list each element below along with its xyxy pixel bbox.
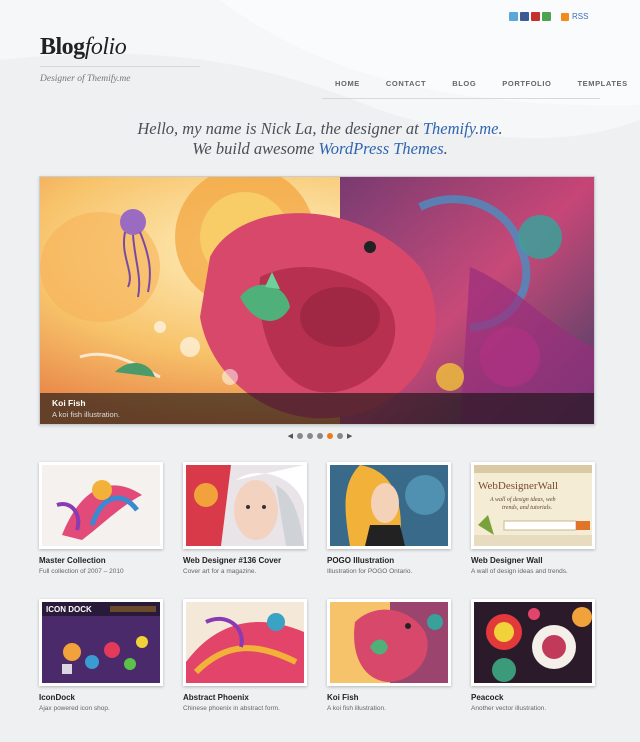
portfolio-thumbnail[interactable]: WebDesignerWall A wall of design ideas, …	[471, 462, 595, 549]
portfolio-title[interactable]: Web Designer #136 Cover	[183, 556, 307, 565]
portfolio-desc: A koi fish illustration.	[327, 705, 386, 712]
twitter-icon[interactable]	[509, 12, 518, 21]
main-nav: HOME CONTACT BLOG PORTFOLIO TEMPLATES	[322, 79, 640, 88]
intro-line-2-text: We build awesome	[192, 139, 319, 158]
koi-fish-illustration	[40, 177, 594, 424]
nav-divider	[322, 98, 600, 99]
portfolio-title[interactable]: Abstract Phoenix	[183, 693, 307, 702]
nav-item-home[interactable]: HOME	[322, 79, 373, 88]
portfolio-item[interactable]: ICON DOCK IconDock Ajax powered icon sho…	[39, 599, 163, 712]
portfolio-title[interactable]: Peacock	[471, 693, 595, 702]
intro-line-1-text: Hello, my name is Nick La, the designer …	[137, 119, 423, 138]
portfolio-desc: Another vector illustration.	[471, 705, 547, 712]
slider-caption: Koi Fish A koi fish illustration.	[40, 393, 594, 424]
wdw-thumb-sub-1: A wall of design ideas, web	[489, 496, 556, 503]
pager-dot[interactable]	[307, 433, 313, 439]
portfolio-item[interactable]: Peacock Another vector illustration.	[471, 599, 595, 712]
pager-dot[interactable]	[297, 433, 303, 439]
intro-line-2-end: .	[443, 139, 448, 158]
slide-title: Koi Fish	[52, 398, 86, 408]
logo-italic-text: folio	[84, 34, 127, 60]
nav-item-blog[interactable]: BLOG	[439, 79, 489, 88]
portfolio-item[interactable]: Koi Fish A koi fish illustration.	[327, 599, 451, 712]
nav-item-portfolio[interactable]: PORTFOLIO	[489, 79, 564, 88]
pager-dot[interactable]	[317, 433, 323, 439]
portfolio-title[interactable]: Web Designer Wall	[471, 556, 595, 565]
portfolio-desc: Chinese phoenix in abstract form.	[183, 705, 280, 712]
intro-line-1: Hello, my name is Nick La, the designer …	[0, 119, 640, 139]
icondock-thumb-title: ICON DOCK	[46, 605, 92, 614]
portfolio-thumbnail[interactable]	[183, 462, 307, 549]
portfolio-item[interactable]: WebDesignerWall A wall of design ideas, …	[471, 462, 595, 575]
logo-divider	[40, 66, 200, 67]
portfolio-thumbnail[interactable]	[327, 599, 451, 686]
portfolio-item[interactable]: Web Designer #136 Cover Cover art for a …	[183, 462, 307, 575]
site-logo[interactable]: Blogfolio	[40, 34, 127, 61]
chevron-right-icon[interactable]: ▶	[347, 432, 352, 440]
featured-slider[interactable]: Koi Fish A koi fish illustration.	[39, 176, 595, 425]
portfolio-desc: Full collection of 2007 – 2010	[39, 568, 124, 575]
portfolio-desc: Cover art for a magazine.	[183, 568, 257, 575]
intro-line-2: We build awesome WordPress Themes.	[0, 139, 640, 159]
intro-text: Hello, my name is Nick La, the designer …	[0, 119, 640, 159]
social-links: RSS	[509, 12, 588, 21]
portfolio-thumbnail[interactable]: ICON DOCK	[39, 599, 163, 686]
portfolio-thumbnail[interactable]	[183, 599, 307, 686]
portfolio-desc: Ajax powered icon shop.	[39, 705, 110, 712]
portfolio-thumbnail[interactable]	[327, 462, 451, 549]
chevron-left-icon[interactable]: ◀	[288, 432, 293, 440]
slider-pager: ◀ ▶	[0, 432, 640, 440]
nav-item-contact[interactable]: CONTACT	[373, 79, 439, 88]
delicious-icon[interactable]	[542, 12, 551, 21]
portfolio-item[interactable]: POGO Illustration Illustration for POGO …	[327, 462, 451, 575]
wdw-thumb-title: WebDesignerWall	[478, 480, 558, 492]
pager-dot[interactable]	[337, 433, 343, 439]
site-tagline: Designer of Themify.me	[40, 74, 131, 84]
rss-link[interactable]: RSS	[561, 12, 588, 21]
themify-link[interactable]: Themify.me	[423, 119, 499, 138]
youtube-icon[interactable]	[531, 12, 540, 21]
slide-description: A koi fish illustration.	[52, 410, 120, 419]
nav-item-templates[interactable]: TEMPLATES	[564, 79, 640, 88]
pager-dot-active[interactable]	[327, 433, 333, 439]
rss-label: RSS	[572, 12, 589, 21]
portfolio-title[interactable]: Master Collection	[39, 556, 163, 565]
portfolio-desc: Illustration for POGO Ontario.	[327, 568, 413, 575]
portfolio-desc: A wall of design ideas and trends.	[471, 568, 568, 575]
wdw-thumb-sub-2: trends, and tutorials.	[502, 505, 552, 511]
facebook-icon[interactable]	[520, 12, 529, 21]
portfolio-item[interactable]: Abstract Phoenix Chinese phoenix in abst…	[183, 599, 307, 712]
portfolio-thumbnail[interactable]	[39, 462, 163, 549]
intro-line-1-end: .	[498, 119, 503, 138]
portfolio-title[interactable]: IconDock	[39, 693, 163, 702]
rss-icon	[561, 12, 569, 21]
logo-bold-text: Blog	[40, 34, 85, 60]
portfolio-title[interactable]: Koi Fish	[327, 693, 451, 702]
wordpress-themes-link[interactable]: WordPress Themes	[319, 139, 444, 158]
portfolio-item[interactable]: Master Collection Full collection of 200…	[39, 462, 163, 575]
portfolio-title[interactable]: POGO Illustration	[327, 556, 451, 565]
portfolio-thumbnail[interactable]	[471, 599, 595, 686]
